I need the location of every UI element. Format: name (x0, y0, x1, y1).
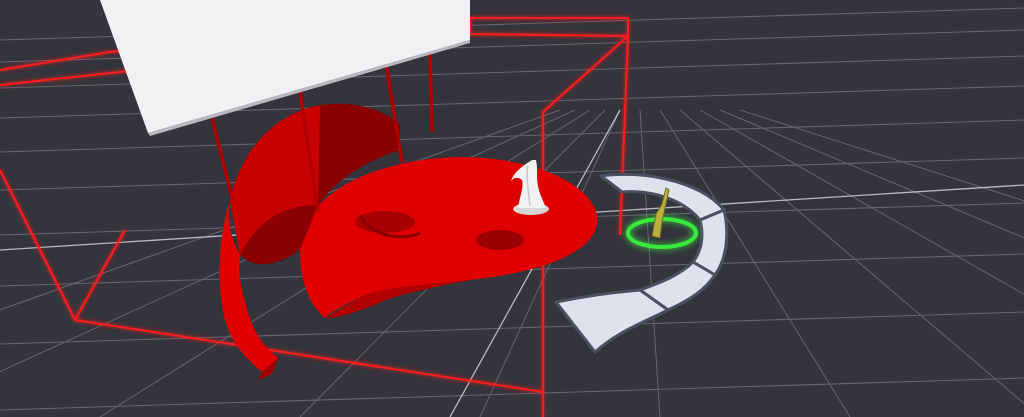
scene-canvas[interactable] (0, 0, 1024, 417)
3d-viewport[interactable] (0, 0, 1024, 417)
